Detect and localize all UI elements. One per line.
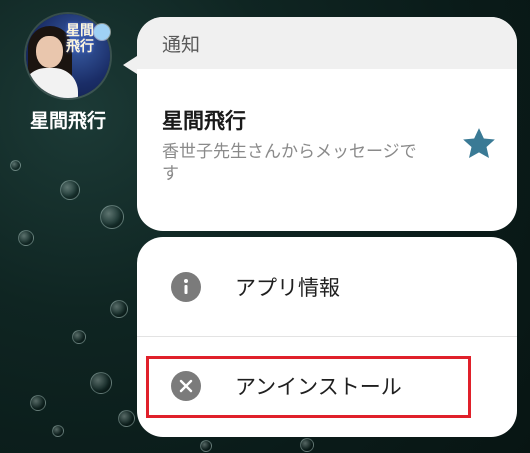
background-bokeh [110,300,128,318]
background-bokeh [300,438,314,452]
app-actions-menu: アプリ情報 アンインストール [137,237,517,437]
app-icon-title-line-2: 飛行 [66,39,94,55]
notification-card[interactable]: 通知 星間飛行 香世子先生さんからメッセージです [137,17,517,231]
app-name-label: 星間飛行 [29,110,106,132]
menu-item-uninstall-label: アンインストール [235,375,402,399]
notification-message: 香世子先生さんからメッセージです [162,142,417,184]
background-bokeh [60,180,80,200]
menu-item-app-info[interactable]: アプリ情報 [137,237,517,336]
background-bokeh [72,330,86,344]
notification-title: 星間飛行 [162,109,246,133]
uninstall-icon [171,371,201,401]
notification-header-label: 通知 [162,33,201,56]
popup-pointer [123,56,137,74]
star-icon[interactable] [459,124,499,164]
background-bokeh [10,160,21,171]
background-bokeh [90,372,112,394]
menu-item-uninstall[interactable]: アンインストール [137,336,517,435]
menu-item-app-info-label: アプリ情報 [235,275,340,300]
background-bokeh [118,410,135,427]
info-icon [171,271,201,302]
notification-body[interactable]: 星間飛行 香世子先生さんからメッセージです [137,69,517,185]
app-icon-title-line-1: 星間 [66,23,94,39]
background-bokeh [52,425,64,437]
notification-header: 通知 [137,17,517,69]
background-bokeh [200,440,212,452]
background-bokeh [18,230,34,246]
background-bokeh [30,395,46,411]
notification-badge [94,24,110,40]
background-bokeh [100,205,124,229]
